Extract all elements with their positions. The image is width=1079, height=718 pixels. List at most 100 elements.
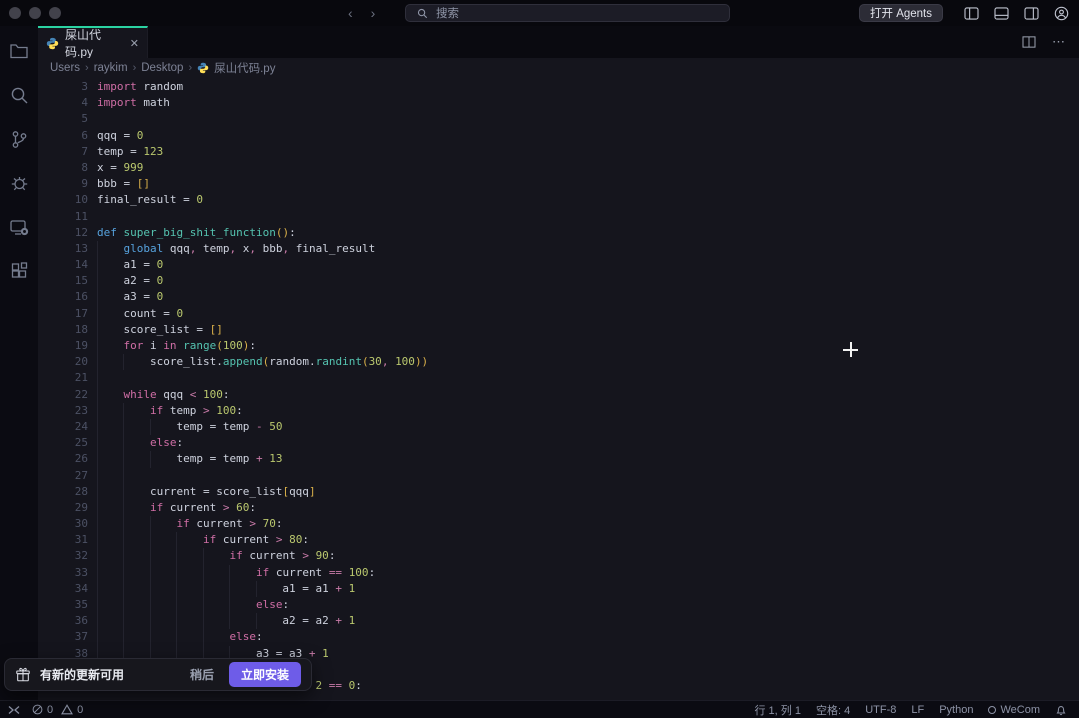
code-editor[interactable]: 3import random4import math56qqq = 07temp… [38, 78, 1079, 700]
line-number: 33 [38, 565, 88, 581]
code-line[interactable]: 26 temp = temp + 13 [38, 451, 1079, 467]
toggle-secondary-sidebar-icon[interactable] [1023, 5, 1039, 21]
indentation-setting[interactable]: 空格: 4 [816, 702, 850, 718]
minimize-window-button[interactable] [29, 7, 41, 19]
code-line[interactable]: 15 a2 = 0 [38, 273, 1079, 289]
code-line[interactable]: 3import random [38, 79, 1079, 95]
code-line[interactable]: 30 if current > 70: [38, 516, 1079, 532]
code-line[interactable]: 17 count = 0 [38, 306, 1079, 322]
line-number: 9 [38, 176, 88, 192]
remote-indicator-icon[interactable] [8, 705, 20, 715]
code-line[interactable]: 16 a3 = 0 [38, 289, 1079, 305]
tab-close-icon[interactable]: ✕ [130, 37, 139, 50]
close-window-button[interactable] [9, 7, 21, 19]
problems-indicator[interactable]: 0 0 [32, 704, 83, 716]
notifications-bell-icon[interactable] [1055, 704, 1067, 716]
encoding-setting[interactable]: UTF-8 [865, 704, 896, 716]
tab-file[interactable]: 屎山代码.py ✕ [38, 26, 148, 58]
split-editor-icon[interactable] [1022, 36, 1036, 48]
forward-button[interactable]: › [371, 5, 376, 21]
wecom-sync-icon [988, 706, 996, 714]
status-bar: 0 0 行 1, 列 1 空格: 4 UTF-8 LF Python WeCom [0, 700, 1079, 718]
code-line[interactable]: 23 if temp > 100: [38, 403, 1079, 419]
breadcrumb-item-desktop[interactable]: Desktop [141, 62, 183, 74]
code-line[interactable]: 19 for i in range(100): [38, 338, 1079, 354]
line-number: 18 [38, 322, 88, 338]
code-line[interactable]: 22 while qqq < 100: [38, 387, 1079, 403]
code-line[interactable]: 4import math [38, 95, 1079, 111]
remote-explorer-icon[interactable] [8, 216, 30, 238]
window-controls [9, 7, 61, 19]
code-line[interactable]: 8x = 999 [38, 160, 1079, 176]
line-number: 7 [38, 144, 88, 160]
code-line[interactable]: 34 a1 = a1 + 1 [38, 581, 1079, 597]
code-line[interactable]: 10final_result = 0 [38, 192, 1079, 208]
code-line[interactable]: 25 else: [38, 435, 1079, 451]
error-count: 0 [47, 704, 53, 716]
code-line[interactable]: 32 if current > 90: [38, 548, 1079, 564]
breadcrumb-item-file[interactable]: 屎山代码.py [214, 60, 275, 76]
cursor-position[interactable]: 行 1, 列 1 [755, 702, 801, 718]
breadcrumb-item-users[interactable]: Users [50, 62, 80, 74]
code-line[interactable]: 37 else: [38, 629, 1079, 645]
line-number: 29 [38, 500, 88, 516]
line-number: 35 [38, 597, 88, 613]
code-line[interactable]: 12def super_big_shit_function(): [38, 225, 1079, 241]
editor-more-actions-icon[interactable]: ⋯ [1052, 34, 1065, 50]
warning-count: 0 [77, 704, 83, 716]
code-line[interactable]: 21 [38, 370, 1079, 386]
code-line[interactable]: 6qqq = 0 [38, 128, 1079, 144]
code-line[interactable]: 31 if current > 80: [38, 532, 1079, 548]
back-button[interactable]: ‹ [348, 5, 353, 21]
toggle-sidebar-icon[interactable] [963, 5, 979, 21]
code-line[interactable]: 9bbb = [] [38, 176, 1079, 192]
search-icon [414, 5, 430, 21]
toggle-panel-icon[interactable] [993, 5, 1009, 21]
breadcrumb-item-raykim[interactable]: raykim [94, 62, 128, 74]
code-line[interactable]: 7temp = 123 [38, 144, 1079, 160]
code-line[interactable]: 11 [38, 209, 1079, 225]
account-icon[interactable] [1053, 5, 1069, 21]
notification-message: 有新的更新可用 [40, 666, 124, 683]
wecom-status[interactable]: WeCom [988, 704, 1040, 716]
code-line[interactable]: 35 else: [38, 597, 1079, 613]
code-line[interactable]: 24 temp = temp - 50 [38, 419, 1079, 435]
code-line[interactable]: 27 [38, 468, 1079, 484]
eol-setting[interactable]: LF [911, 704, 924, 716]
code-line[interactable]: 14 a1 = 0 [38, 257, 1079, 273]
update-later-button[interactable]: 稍后 [184, 662, 220, 687]
python-file-icon [197, 62, 209, 74]
search-placeholder: 搜索 [436, 5, 459, 21]
open-agents-button[interactable]: 打开 Agents [859, 4, 943, 22]
mouse-crosshair-cursor [843, 342, 858, 357]
code-line[interactable]: 20 score_list.append(random.randint(30, … [38, 354, 1079, 370]
code-line[interactable]: 29 if current > 60: [38, 500, 1079, 516]
breadcrumb-separator: › [188, 62, 192, 74]
code-line[interactable]: 28 current = score_list[qqq] [38, 484, 1079, 500]
install-now-button[interactable]: 立即安装 [229, 662, 301, 687]
command-search-input[interactable]: 搜索 [405, 4, 730, 22]
line-number: 34 [38, 581, 88, 597]
explorer-icon[interactable] [8, 40, 30, 62]
line-number: 5 [38, 111, 88, 127]
code-line[interactable]: 18 score_list = [] [38, 322, 1079, 338]
history-nav: ‹ › [348, 0, 375, 26]
code-line[interactable]: 5 [38, 111, 1079, 127]
code-line[interactable]: 13 global qqq, temp, x, bbb, final_resul… [38, 241, 1079, 257]
code-line[interactable]: 33 if current == 100: [38, 565, 1079, 581]
line-number: 3 [38, 79, 88, 95]
line-number: 19 [38, 338, 88, 354]
line-number: 24 [38, 419, 88, 435]
language-mode[interactable]: Python [939, 704, 973, 716]
title-bar: ‹ › 搜索 打开 Agents [0, 0, 1079, 26]
line-number: 14 [38, 257, 88, 273]
line-number: 36 [38, 613, 88, 629]
search-sidebar-icon[interactable] [8, 84, 30, 106]
line-number: 21 [38, 370, 88, 386]
code-line[interactable]: 36 a2 = a2 + 1 [38, 613, 1079, 629]
run-debug-icon[interactable] [8, 172, 30, 194]
source-control-icon[interactable] [8, 128, 30, 150]
maximize-window-button[interactable] [49, 7, 61, 19]
line-number: 22 [38, 387, 88, 403]
extensions-icon[interactable] [8, 260, 30, 282]
